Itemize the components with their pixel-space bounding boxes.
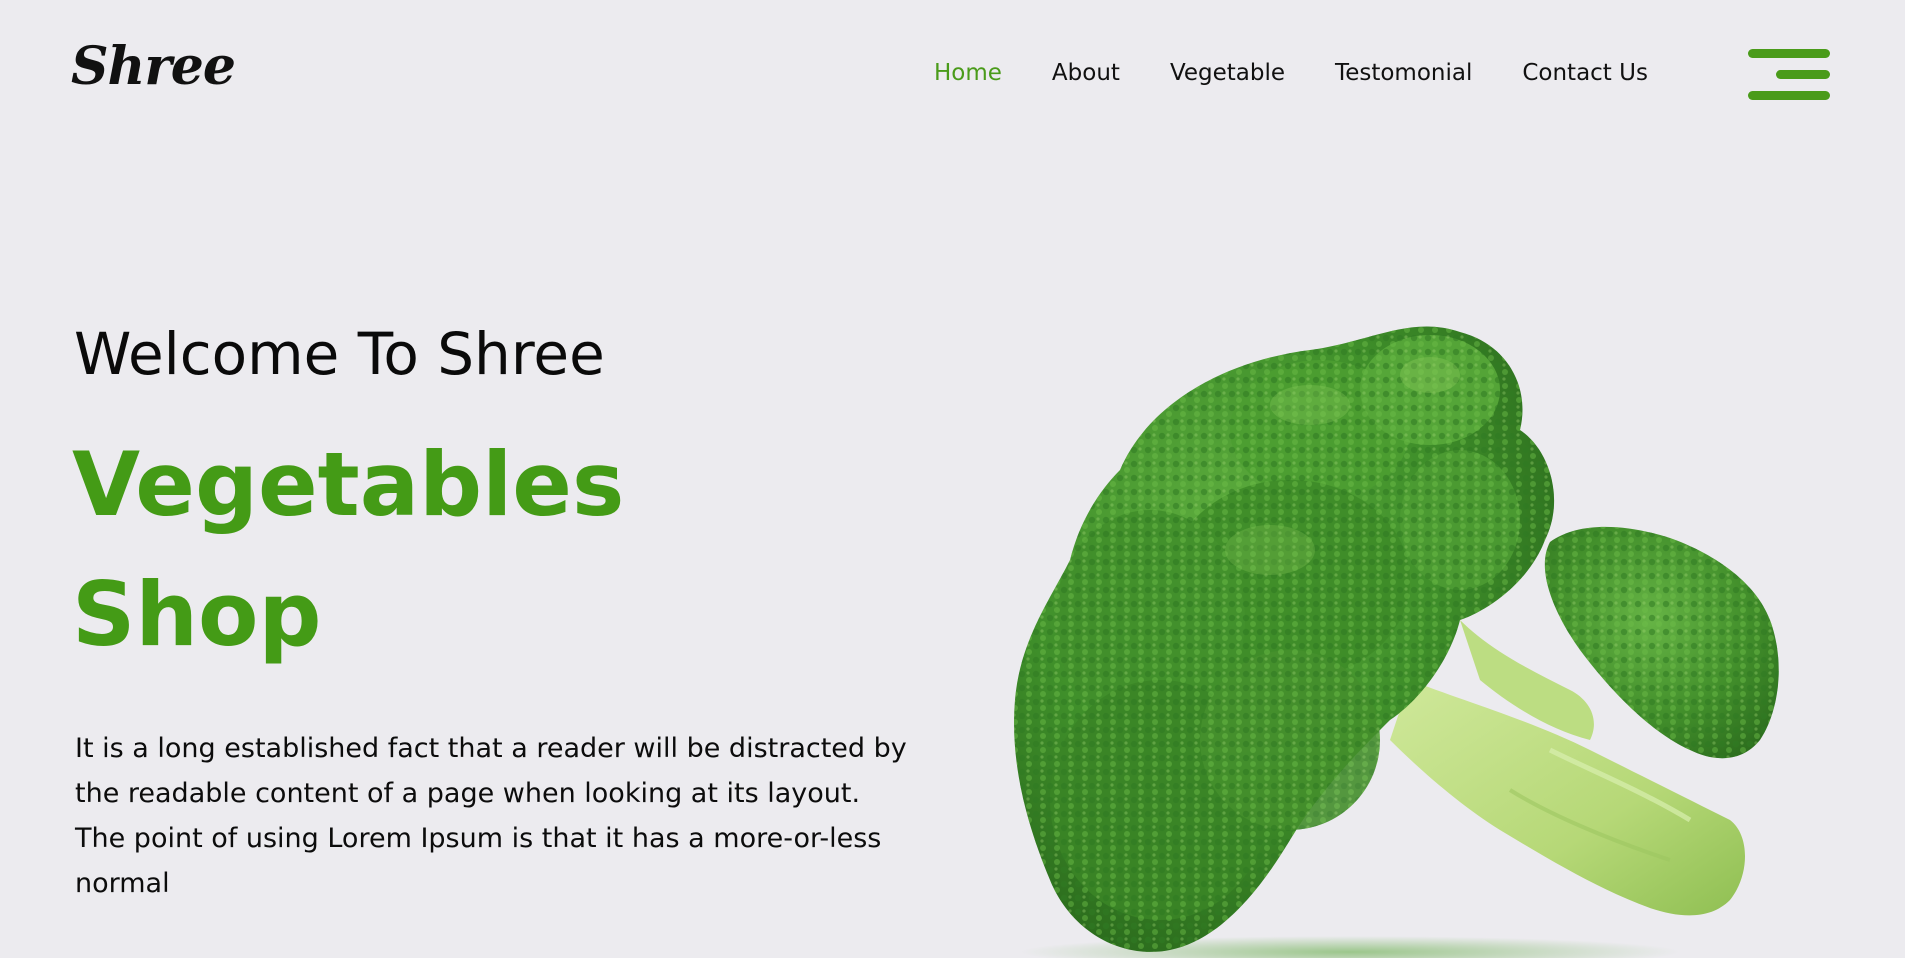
hero-description: It is a long established fact that a rea… <box>75 733 907 899</box>
hero-title: Vegetables Shop <box>72 420 624 680</box>
page: Shree Home About Vegetable Testomonial C… <box>0 0 1905 958</box>
nav-item-contact-us[interactable]: Contact Us <box>1522 56 1648 90</box>
nav-item-vegetable[interactable]: Vegetable <box>1170 56 1285 90</box>
menu-bar-top <box>1748 49 1830 58</box>
main-nav: Home About Vegetable Testomonial Contact… <box>934 56 1648 90</box>
nav-item-home[interactable]: Home <box>934 56 1002 90</box>
logo[interactable]: Shree <box>71 32 236 102</box>
hamburger-menu-icon[interactable] <box>1746 48 1830 102</box>
nav-item-testimonial[interactable]: Testomonial <box>1335 56 1472 90</box>
broccoli-image <box>1014 326 1779 958</box>
hero-title-line-1: Vegetables <box>72 433 625 536</box>
nav-item-about[interactable]: About <box>1052 56 1120 90</box>
menu-bar-middle <box>1776 70 1830 79</box>
hero-title-line-2: Shop <box>72 563 322 666</box>
menu-bar-bottom <box>1748 91 1830 100</box>
hero-welcome: Welcome To Shree <box>74 320 605 388</box>
